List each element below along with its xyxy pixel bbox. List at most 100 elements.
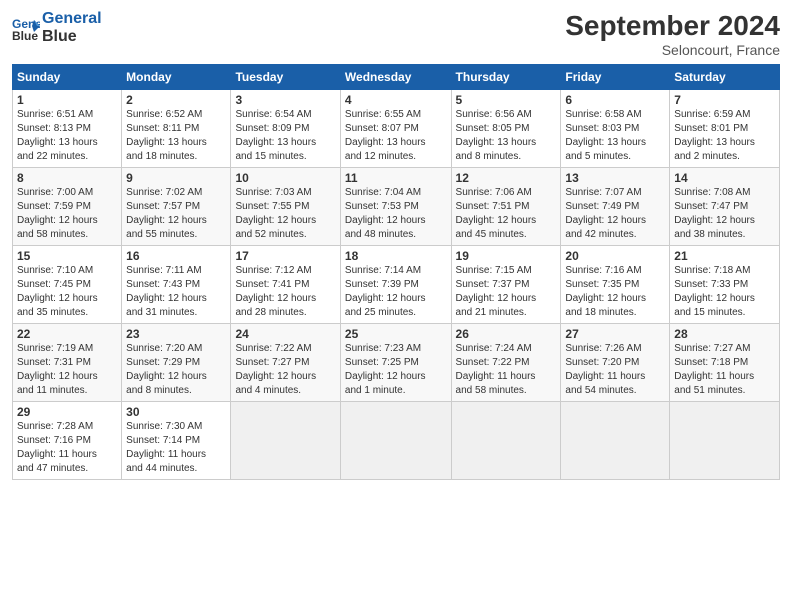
day-info: Sunrise: 7:00 AMSunset: 7:59 PMDaylight:… bbox=[17, 186, 117, 242]
day-number: 8 bbox=[17, 171, 117, 185]
empty-cell bbox=[670, 402, 780, 480]
empty-cell bbox=[340, 402, 451, 480]
day-info: Sunrise: 7:22 AMSunset: 7:27 PMDaylight:… bbox=[235, 342, 335, 398]
title-block: September 2024 Seloncourt, France bbox=[565, 10, 780, 58]
day-info: Sunrise: 7:20 AMSunset: 7:29 PMDaylight:… bbox=[126, 342, 226, 398]
day-info: Sunrise: 7:24 AMSunset: 7:22 PMDaylight:… bbox=[456, 342, 557, 398]
col-monday: Monday bbox=[122, 65, 231, 90]
day-info: Sunrise: 7:03 AMSunset: 7:55 PMDaylight:… bbox=[235, 186, 335, 242]
day-info: Sunrise: 7:04 AMSunset: 7:53 PMDaylight:… bbox=[345, 186, 447, 242]
day-cell: 9Sunrise: 7:02 AMSunset: 7:57 PMDaylight… bbox=[122, 168, 231, 246]
day-cell: 26Sunrise: 7:24 AMSunset: 7:22 PMDayligh… bbox=[451, 324, 561, 402]
day-number: 9 bbox=[126, 171, 226, 185]
day-cell: 23Sunrise: 7:20 AMSunset: 7:29 PMDayligh… bbox=[122, 324, 231, 402]
day-cell: 13Sunrise: 7:07 AMSunset: 7:49 PMDayligh… bbox=[561, 168, 670, 246]
day-info: Sunrise: 7:14 AMSunset: 7:39 PMDaylight:… bbox=[345, 264, 447, 320]
day-cell: 30Sunrise: 7:30 AMSunset: 7:14 PMDayligh… bbox=[122, 402, 231, 480]
col-sunday: Sunday bbox=[13, 65, 122, 90]
header-row: Sunday Monday Tuesday Wednesday Thursday… bbox=[13, 65, 780, 90]
day-cell: 29Sunrise: 7:28 AMSunset: 7:16 PMDayligh… bbox=[13, 402, 122, 480]
empty-cell bbox=[231, 402, 340, 480]
day-cell: 7Sunrise: 6:59 AMSunset: 8:01 PMDaylight… bbox=[670, 90, 780, 168]
col-thursday: Thursday bbox=[451, 65, 561, 90]
day-cell: 25Sunrise: 7:23 AMSunset: 7:25 PMDayligh… bbox=[340, 324, 451, 402]
day-info: Sunrise: 7:19 AMSunset: 7:31 PMDaylight:… bbox=[17, 342, 117, 398]
day-cell: 15Sunrise: 7:10 AMSunset: 7:45 PMDayligh… bbox=[13, 246, 122, 324]
day-cell: 12Sunrise: 7:06 AMSunset: 7:51 PMDayligh… bbox=[451, 168, 561, 246]
day-cell: 21Sunrise: 7:18 AMSunset: 7:33 PMDayligh… bbox=[670, 246, 780, 324]
day-number: 30 bbox=[126, 405, 226, 419]
day-info: Sunrise: 7:15 AMSunset: 7:37 PMDaylight:… bbox=[456, 264, 557, 320]
day-number: 18 bbox=[345, 249, 447, 263]
day-number: 27 bbox=[565, 327, 665, 341]
day-number: 12 bbox=[456, 171, 557, 185]
day-info: Sunrise: 6:56 AMSunset: 8:05 PMDaylight:… bbox=[456, 108, 557, 164]
page-container: General Blue General Blue September 2024… bbox=[0, 0, 792, 490]
day-info: Sunrise: 7:23 AMSunset: 7:25 PMDaylight:… bbox=[345, 342, 447, 398]
day-cell: 4Sunrise: 6:55 AMSunset: 8:07 PMDaylight… bbox=[340, 90, 451, 168]
calendar-week-row: 29Sunrise: 7:28 AMSunset: 7:16 PMDayligh… bbox=[13, 402, 780, 480]
day-number: 22 bbox=[17, 327, 117, 341]
day-info: Sunrise: 6:51 AMSunset: 8:13 PMDaylight:… bbox=[17, 108, 117, 164]
calendar-week-row: 1Sunrise: 6:51 AMSunset: 8:13 PMDaylight… bbox=[13, 90, 780, 168]
day-info: Sunrise: 7:02 AMSunset: 7:57 PMDaylight:… bbox=[126, 186, 226, 242]
calendar-week-row: 8Sunrise: 7:00 AMSunset: 7:59 PMDaylight… bbox=[13, 168, 780, 246]
day-info: Sunrise: 7:16 AMSunset: 7:35 PMDaylight:… bbox=[565, 264, 665, 320]
logo: General Blue General Blue bbox=[12, 10, 102, 45]
day-info: Sunrise: 7:28 AMSunset: 7:16 PMDaylight:… bbox=[17, 420, 117, 476]
col-friday: Friday bbox=[561, 65, 670, 90]
day-info: Sunrise: 7:08 AMSunset: 7:47 PMDaylight:… bbox=[674, 186, 775, 242]
day-number: 24 bbox=[235, 327, 335, 341]
day-number: 28 bbox=[674, 327, 775, 341]
logo-icon: General Blue bbox=[12, 14, 40, 42]
day-info: Sunrise: 6:52 AMSunset: 8:11 PMDaylight:… bbox=[126, 108, 226, 164]
day-info: Sunrise: 7:12 AMSunset: 7:41 PMDaylight:… bbox=[235, 264, 335, 320]
day-info: Sunrise: 6:55 AMSunset: 8:07 PMDaylight:… bbox=[345, 108, 447, 164]
calendar-week-row: 22Sunrise: 7:19 AMSunset: 7:31 PMDayligh… bbox=[13, 324, 780, 402]
logo-blue: Blue bbox=[42, 28, 102, 46]
day-number: 13 bbox=[565, 171, 665, 185]
calendar-table: Sunday Monday Tuesday Wednesday Thursday… bbox=[12, 64, 780, 480]
day-info: Sunrise: 7:11 AMSunset: 7:43 PMDaylight:… bbox=[126, 264, 226, 320]
day-number: 2 bbox=[126, 93, 226, 107]
day-number: 21 bbox=[674, 249, 775, 263]
day-cell: 19Sunrise: 7:15 AMSunset: 7:37 PMDayligh… bbox=[451, 246, 561, 324]
day-cell: 18Sunrise: 7:14 AMSunset: 7:39 PMDayligh… bbox=[340, 246, 451, 324]
day-cell: 20Sunrise: 7:16 AMSunset: 7:35 PMDayligh… bbox=[561, 246, 670, 324]
empty-cell bbox=[561, 402, 670, 480]
day-number: 17 bbox=[235, 249, 335, 263]
day-number: 16 bbox=[126, 249, 226, 263]
day-info: Sunrise: 7:10 AMSunset: 7:45 PMDaylight:… bbox=[17, 264, 117, 320]
day-number: 10 bbox=[235, 171, 335, 185]
day-number: 11 bbox=[345, 171, 447, 185]
day-number: 25 bbox=[345, 327, 447, 341]
col-tuesday: Tuesday bbox=[231, 65, 340, 90]
day-cell: 24Sunrise: 7:22 AMSunset: 7:27 PMDayligh… bbox=[231, 324, 340, 402]
day-cell: 10Sunrise: 7:03 AMSunset: 7:55 PMDayligh… bbox=[231, 168, 340, 246]
day-info: Sunrise: 6:59 AMSunset: 8:01 PMDaylight:… bbox=[674, 108, 775, 164]
day-number: 6 bbox=[565, 93, 665, 107]
calendar-week-row: 15Sunrise: 7:10 AMSunset: 7:45 PMDayligh… bbox=[13, 246, 780, 324]
day-number: 7 bbox=[674, 93, 775, 107]
day-cell: 2Sunrise: 6:52 AMSunset: 8:11 PMDaylight… bbox=[122, 90, 231, 168]
month-title: September 2024 bbox=[565, 10, 780, 42]
day-cell: 14Sunrise: 7:08 AMSunset: 7:47 PMDayligh… bbox=[670, 168, 780, 246]
day-cell: 3Sunrise: 6:54 AMSunset: 8:09 PMDaylight… bbox=[231, 90, 340, 168]
empty-cell bbox=[451, 402, 561, 480]
day-number: 15 bbox=[17, 249, 117, 263]
day-cell: 16Sunrise: 7:11 AMSunset: 7:43 PMDayligh… bbox=[122, 246, 231, 324]
day-number: 23 bbox=[126, 327, 226, 341]
day-number: 4 bbox=[345, 93, 447, 107]
day-number: 20 bbox=[565, 249, 665, 263]
logo-general: General bbox=[42, 10, 102, 28]
col-wednesday: Wednesday bbox=[340, 65, 451, 90]
day-number: 29 bbox=[17, 405, 117, 419]
day-info: Sunrise: 7:30 AMSunset: 7:14 PMDaylight:… bbox=[126, 420, 226, 476]
location-title: Seloncourt, France bbox=[565, 42, 780, 58]
day-info: Sunrise: 7:18 AMSunset: 7:33 PMDaylight:… bbox=[674, 264, 775, 320]
day-info: Sunrise: 6:58 AMSunset: 8:03 PMDaylight:… bbox=[565, 108, 665, 164]
day-number: 5 bbox=[456, 93, 557, 107]
day-cell: 11Sunrise: 7:04 AMSunset: 7:53 PMDayligh… bbox=[340, 168, 451, 246]
header: General Blue General Blue September 2024… bbox=[12, 10, 780, 58]
day-number: 3 bbox=[235, 93, 335, 107]
